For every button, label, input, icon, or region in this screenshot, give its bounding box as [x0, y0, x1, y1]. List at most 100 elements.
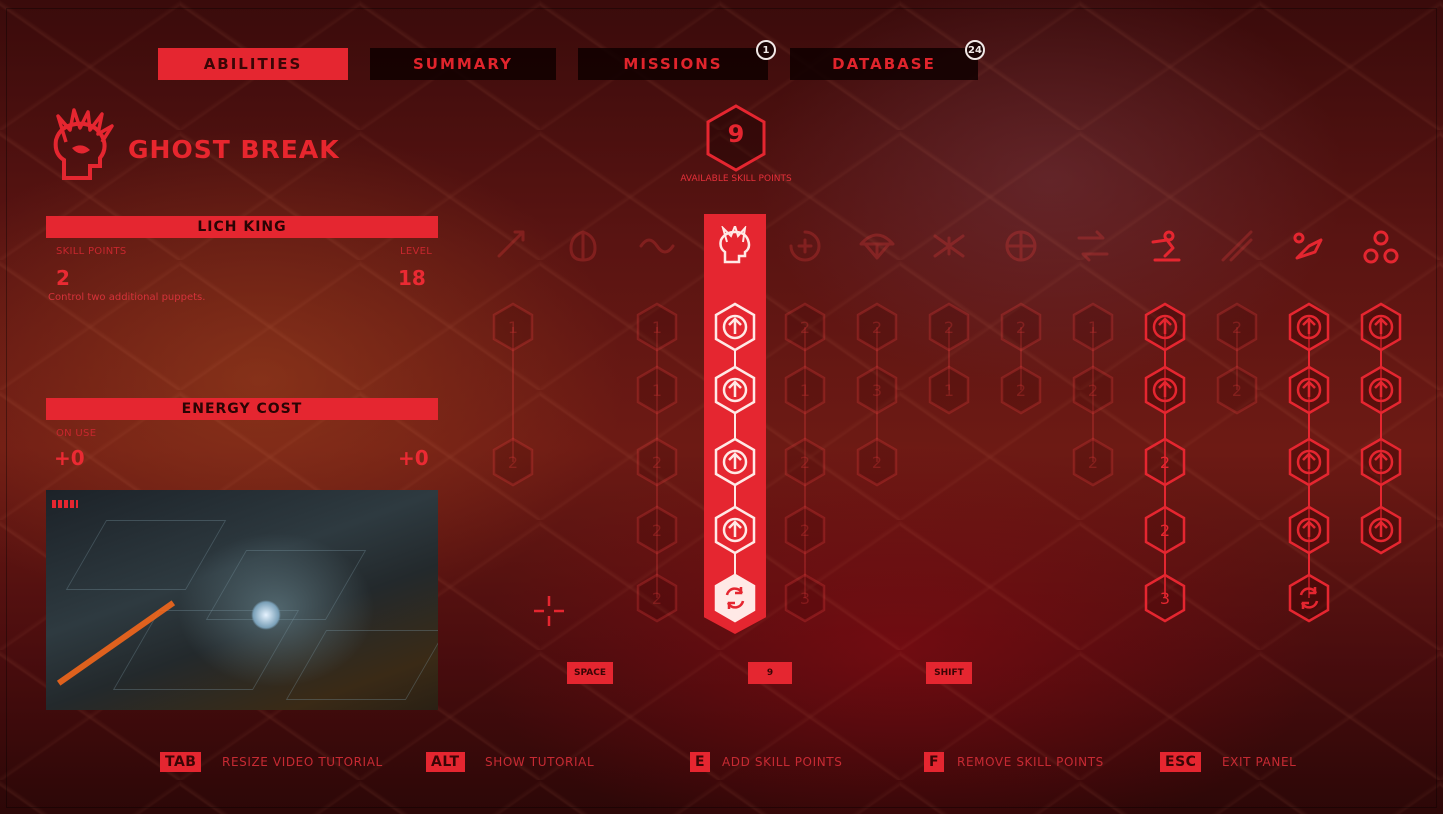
skill-cost-node[interactable]: 3: [783, 573, 827, 623]
tab-summary[interactable]: SUMMARY: [370, 48, 556, 80]
available-skill-points-value: 9: [727, 120, 745, 148]
sprint-icon[interactable]: [1145, 226, 1185, 266]
svg-text:2: 2: [1232, 318, 1242, 337]
skill-cost-node[interactable]: 1: [635, 365, 679, 415]
skill-upgrade-node[interactable]: [1359, 505, 1403, 555]
skill-cost-node[interactable]: 1: [491, 302, 535, 352]
skill-cost-node[interactable]: 2: [783, 302, 827, 352]
skill-upgrade-node[interactable]: [713, 365, 757, 415]
shift-key: SHIFT: [926, 662, 972, 684]
on-use-value: +0: [54, 446, 85, 470]
skill-upgrade-node[interactable]: [713, 302, 757, 352]
swap-icon[interactable]: [1073, 226, 1113, 266]
skill-upgrade-node[interactable]: [1359, 302, 1403, 352]
skill-cost-node[interactable]: 1: [783, 365, 827, 415]
tab-database[interactable]: DATABASE: [790, 48, 978, 80]
svg-text:2: 2: [800, 453, 810, 472]
ghost-break-icon[interactable]: [715, 226, 755, 266]
skill-upgrade-node[interactable]: [1359, 437, 1403, 487]
database-badge: 24: [965, 40, 985, 60]
svg-text:2: 2: [508, 453, 518, 472]
esc-key: ESC: [1160, 752, 1202, 772]
skill-cost-node[interactable]: 2: [1143, 505, 1187, 555]
svg-text:1: 1: [652, 381, 662, 400]
svg-text:2: 2: [872, 318, 882, 337]
skill-cost-node[interactable]: 2: [1215, 365, 1259, 415]
crosshair-cursor: [534, 596, 564, 626]
video-tutorial[interactable]: [46, 490, 438, 710]
svg-text:2: 2: [1016, 381, 1026, 400]
spider-icon[interactable]: [929, 226, 969, 266]
hint-add-skill-points: ADD SKILL POINTS: [722, 755, 843, 769]
turret-icon[interactable]: [1289, 226, 1329, 266]
skill-cost-node[interactable]: 2: [855, 437, 899, 487]
svg-text:3: 3: [872, 381, 882, 400]
svg-text:3: 3: [800, 589, 810, 608]
wave-icon[interactable]: [637, 226, 677, 266]
skill-cost-node[interactable]: 2: [999, 365, 1043, 415]
svg-text:2: 2: [652, 453, 662, 472]
skill-cost-node[interactable]: 2: [1071, 365, 1115, 415]
skill-upgrade-node[interactable]: [1287, 437, 1331, 487]
skill-count-key: 9: [748, 662, 792, 684]
skill-cost-node[interactable]: 2: [999, 302, 1043, 352]
skill-cost-node[interactable]: 2: [1071, 437, 1115, 487]
skill-upgrade-node[interactable]: [1287, 365, 1331, 415]
hint-exit-panel: EXIT PANEL: [1222, 755, 1297, 769]
upgrade-title: LICH KING: [46, 216, 438, 238]
skill-cost-node[interactable]: 1: [927, 365, 971, 415]
svg-text:2: 2: [652, 521, 662, 540]
svg-text:2: 2: [800, 318, 810, 337]
slash-icon[interactable]: [1217, 226, 1257, 266]
skill-points-value: 2: [56, 266, 70, 290]
svg-text:2: 2: [944, 318, 954, 337]
svg-text:2: 2: [1088, 381, 1098, 400]
skill-cost-node[interactable]: 2: [855, 302, 899, 352]
skill-cost-node[interactable]: 3: [855, 365, 899, 415]
stab-icon[interactable]: [493, 226, 533, 266]
svg-text:2: 2: [1160, 521, 1170, 540]
level-value: 18: [398, 266, 426, 290]
svg-text:2: 2: [1016, 318, 1026, 337]
skill-cycle-node[interactable]: [713, 573, 757, 623]
ability-description: Control two additional puppets.: [48, 292, 206, 303]
skill-cost-node[interactable]: 3: [1143, 573, 1187, 623]
hint-remove-skill-points: REMOVE SKILL POINTS: [957, 755, 1104, 769]
skill-upgrade-node[interactable]: [713, 437, 757, 487]
skill-cost-node[interactable]: 2: [783, 505, 827, 555]
skill-upgrade-node[interactable]: [713, 505, 757, 555]
skill-upgrade-node[interactable]: [1287, 505, 1331, 555]
skill-cost-node[interactable]: 2: [635, 573, 679, 623]
skill-upgrade-node[interactable]: [1287, 302, 1331, 352]
svg-text:1: 1: [1088, 318, 1098, 337]
svg-text:2: 2: [1160, 453, 1170, 472]
skill-cost-node[interactable]: 2: [1215, 302, 1259, 352]
skill-cost-node[interactable]: 1: [635, 302, 679, 352]
skill-cost-node[interactable]: 2: [783, 437, 827, 487]
skill-points-label: SKILL POINTS: [56, 246, 127, 257]
heal-cycle-icon[interactable]: [785, 226, 825, 266]
skill-connector: [1380, 327, 1382, 530]
skill-upgrade-node[interactable]: [1359, 365, 1403, 415]
energy-cost-title: ENERGY COST: [46, 398, 438, 420]
parachute-icon[interactable]: [857, 226, 897, 266]
cluster-icon[interactable]: [1361, 226, 1401, 266]
skill-cost-node[interactable]: 2: [635, 505, 679, 555]
skill-cost-node[interactable]: 2: [1143, 437, 1187, 487]
tab-missions[interactable]: MISSIONS: [578, 48, 768, 80]
svg-text:2: 2: [800, 521, 810, 540]
skill-cost-node[interactable]: 2: [635, 437, 679, 487]
skill-upgrade-node[interactable]: [1143, 365, 1187, 415]
skill-cost-node[interactable]: 2: [491, 437, 535, 487]
skill-cycle-node[interactable]: [1287, 573, 1331, 623]
svg-text:3: 3: [1160, 589, 1170, 608]
target-icon[interactable]: [1001, 226, 1041, 266]
skill-upgrade-node[interactable]: [1143, 302, 1187, 352]
tab-abilities[interactable]: ABILITIES: [158, 48, 348, 80]
beetle-icon[interactable]: [565, 226, 605, 266]
skill-cost-node[interactable]: 2: [927, 302, 971, 352]
skill-cost-node[interactable]: 1: [1071, 302, 1115, 352]
missions-badge: 1: [756, 40, 776, 60]
svg-text:1: 1: [944, 381, 954, 400]
ability-name: GHOST BREAK: [128, 135, 340, 164]
